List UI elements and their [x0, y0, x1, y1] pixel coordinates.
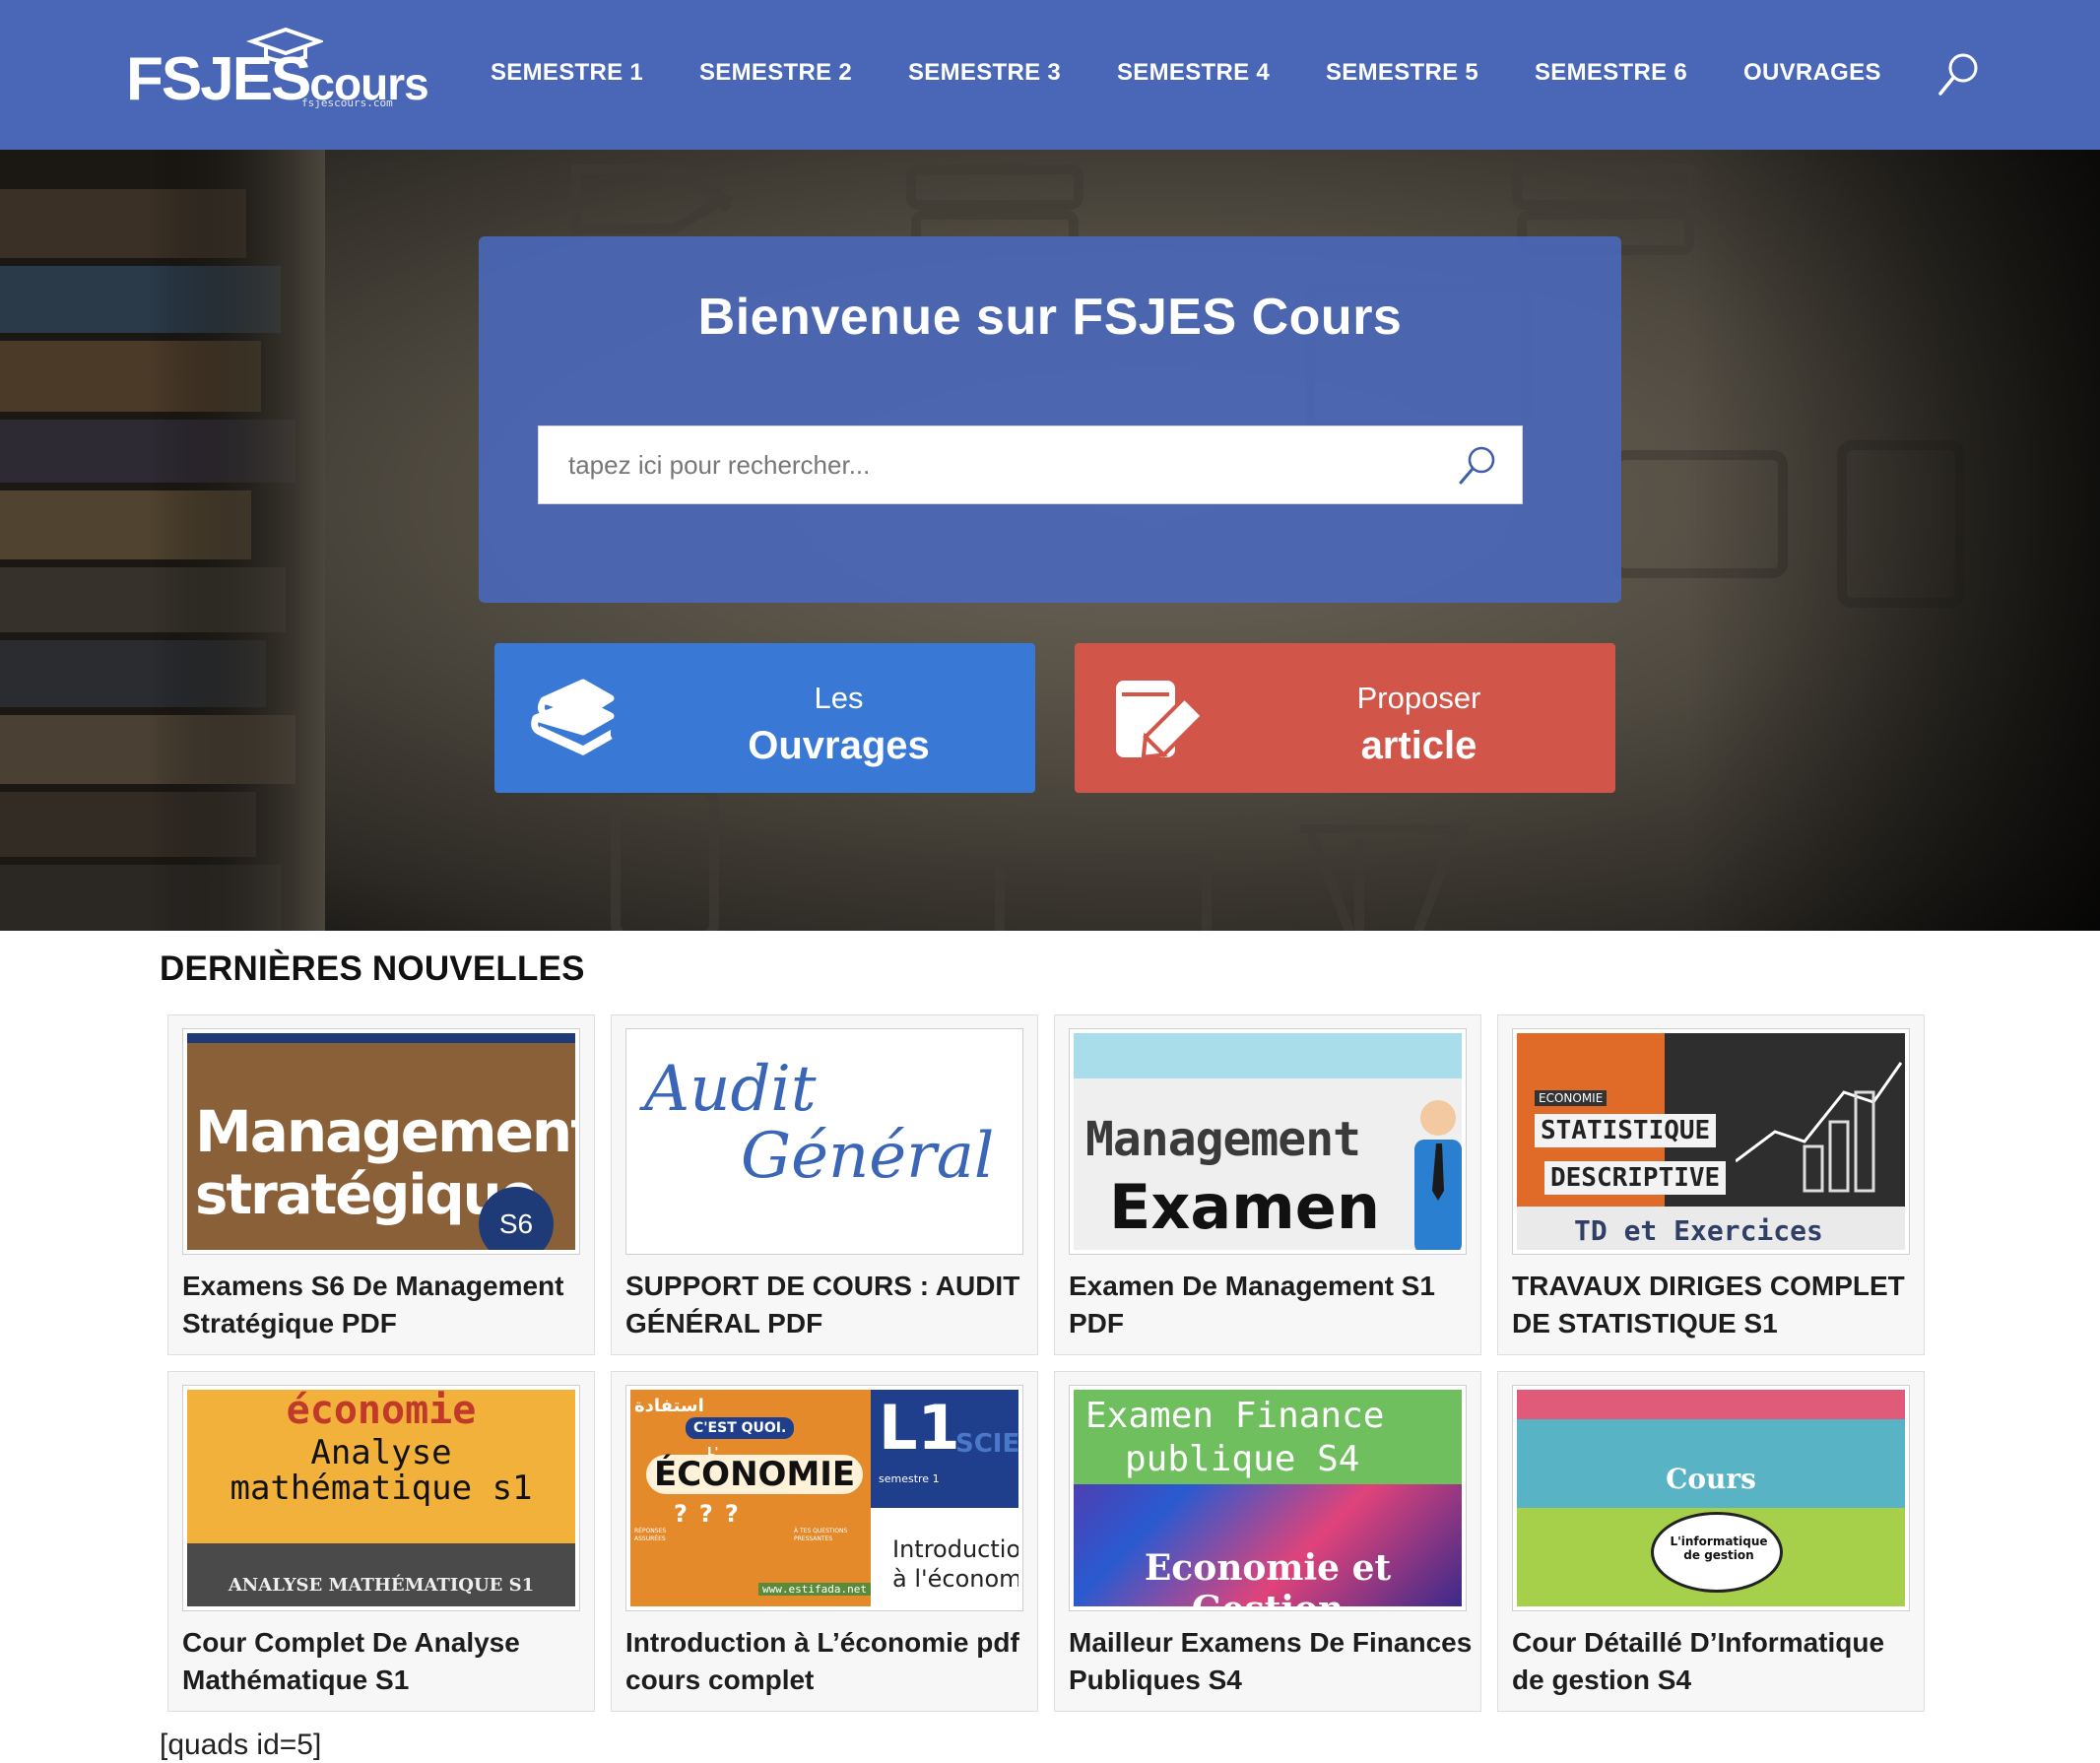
thumb-text: Examen Finance	[1085, 1396, 1385, 1436]
shortcode-text: [quads id=5]	[160, 1729, 322, 1761]
card-title[interactable]: Examen De Management S1 PDF	[1069, 1268, 1477, 1342]
thumb-text: L1	[879, 1392, 960, 1464]
latest-news-heading: DERNIÈRES NOUVELLES	[160, 949, 585, 988]
card-title[interactable]: Cour Détaillé D’Informatique de gestion …	[1512, 1624, 1920, 1699]
thumb-text: mathématique s1	[230, 1469, 533, 1508]
nav-ouvrages[interactable]: OUVRAGES	[1743, 59, 1881, 87]
nav-semestre-2[interactable]: SEMESTRE 2	[699, 59, 852, 87]
news-card[interactable]: Management Examen Examen De Management S…	[1054, 1014, 1481, 1355]
card-title[interactable]: SUPPORT DE COURS : AUDIT GÉNÉRAL PDF	[625, 1268, 1033, 1342]
thumb-text: TD et Exercices	[1574, 1214, 1823, 1247]
thumb-text: Examen	[1109, 1171, 1380, 1243]
thumb-text: RÉPONSES ASSURÉES	[634, 1528, 667, 1542]
card-thumbnail: Management stratégique S6	[182, 1028, 580, 1255]
hero-search	[538, 425, 1523, 504]
propose-button-label: article	[1360, 724, 1477, 767]
thumb-text: DESCRIPTIVE	[1544, 1161, 1727, 1195]
hero-banner: Bienvenue sur FSJES Cours Les Ouvrages	[0, 150, 2100, 931]
ouvrages-button[interactable]: Les Ouvrages	[494, 643, 1035, 793]
card-title[interactable]: Cour Complet De Analyse Mathématique S1	[182, 1624, 590, 1699]
card-title[interactable]: Examens S6 De Management Stratégique PDF	[182, 1268, 590, 1342]
thumb-text: ANALYSE MATHÉMATIQUE S1	[228, 1575, 535, 1596]
news-card[interactable]: استفادة C'EST QUOI. L' ÉCONOMIE ??? L1 S…	[611, 1371, 1038, 1712]
thumb-badge: S6	[479, 1187, 554, 1250]
thumb-text: Général	[741, 1120, 995, 1193]
nav-semestre-1[interactable]: SEMESTRE 1	[491, 59, 643, 87]
nav-semestre-6[interactable]: SEMESTRE 6	[1535, 59, 1687, 87]
card-thumbnail: Audit Général	[625, 1028, 1023, 1255]
news-card[interactable]: Management stratégique S6 Examens S6 De …	[167, 1014, 595, 1355]
news-card[interactable]: Cours L'informatique de gestion Cour Dét…	[1497, 1371, 1925, 1712]
nav-semestre-4[interactable]: SEMESTRE 4	[1117, 59, 1270, 87]
bar-chart-icon	[1736, 1062, 1903, 1193]
edit-document-icon	[1116, 681, 1201, 759]
cloud-badge: L'informatique de gestion	[1651, 1512, 1783, 1593]
news-card[interactable]: Examen Finance publique S4 Economie et G…	[1054, 1371, 1481, 1712]
thumb-text: Cours	[1666, 1463, 1756, 1495]
ouvrages-button-small: Les	[814, 681, 864, 715]
card-thumbnail: استفادة C'EST QUOI. L' ÉCONOMIE ??? L1 S…	[625, 1385, 1023, 1611]
card-thumbnail: ECONOMIE STATISTIQUE DESCRIPTIVE TD et E…	[1512, 1028, 1910, 1255]
propose-button-small: Proposer	[1356, 681, 1481, 715]
thumb-text: Management	[1085, 1112, 1361, 1167]
thumb-text: Economie et Gestion	[1144, 1547, 1392, 1606]
cartoon-businessman-icon	[1414, 1100, 1462, 1250]
welcome-panel: Bienvenue sur FSJES Cours	[479, 236, 1621, 603]
thumb-text: ???	[674, 1500, 751, 1528]
thumb-text: ÉCONOMIE	[646, 1455, 864, 1494]
card-title[interactable]: TRAVAUX DIRIGES COMPLET DE STATISTIQUE S…	[1512, 1268, 1920, 1342]
news-card[interactable]: ECONOMIE STATISTIQUE DESCRIPTIVE TD et E…	[1497, 1014, 1925, 1355]
propose-article-button[interactable]: Proposer article	[1075, 643, 1615, 793]
search-input[interactable]	[539, 426, 1445, 503]
thumb-text: ECONOMIE	[1535, 1090, 1608, 1106]
nav-semestre-3[interactable]: SEMESTRE 3	[908, 59, 1061, 87]
card-thumbnail: Cours L'informatique de gestion	[1512, 1385, 1910, 1611]
cloud-badge-text: L'informatique de gestion	[1670, 1534, 1768, 1562]
thumb-text: semestre 1	[879, 1472, 940, 1485]
news-card[interactable]: Audit Général SUPPORT DE COURS : AUDIT G…	[611, 1014, 1038, 1355]
nav-semestre-5[interactable]: SEMESTRE 5	[1326, 59, 1478, 87]
thumb-text: C'EST QUOI.	[686, 1417, 795, 1439]
logo-domain: fsjescours.com	[301, 97, 393, 109]
thumb-text: À TES QUESTIONS PRESSANTES	[794, 1528, 848, 1542]
thumb-text: économie	[286, 1390, 477, 1433]
search-submit-icon[interactable]	[1457, 444, 1498, 486]
thumb-text: à l'économi	[892, 1565, 1018, 1593]
hero-shade	[1686, 150, 2100, 931]
thumb-text: SCIE	[955, 1429, 1018, 1459]
card-thumbnail: Examen Finance publique S4 Economie et G…	[1069, 1385, 1467, 1611]
thumb-text: استفادة	[634, 1396, 704, 1416]
site-header: FSJEScours fsjescours.com SEMESTRE 1 SEM…	[0, 0, 2100, 150]
thumb-text: publique S4	[1125, 1439, 1360, 1479]
thumb-text: www.estifada.net	[758, 1583, 871, 1596]
news-card[interactable]: économie Analyse mathématique s1 ANALYSE…	[167, 1371, 595, 1712]
thumb-badge-text: S6	[498, 1208, 534, 1239]
welcome-title: Bienvenue sur FSJES Cours	[697, 289, 1403, 346]
card-title[interactable]: Introduction à L’économie pdf cours comp…	[625, 1624, 1033, 1699]
book-stack-image	[0, 150, 325, 931]
thumb-text: STATISTIQUE	[1535, 1114, 1717, 1147]
card-thumbnail: Management Examen	[1069, 1028, 1467, 1255]
thumb-text: Introductio	[892, 1535, 1018, 1563]
search-icon[interactable]	[1936, 51, 1980, 98]
thumb-text: Management	[195, 1098, 575, 1165]
thumb-text: Audit	[644, 1053, 817, 1126]
card-thumbnail: économie Analyse mathématique s1 ANALYSE…	[182, 1385, 580, 1611]
ouvrages-button-label: Ouvrages	[748, 724, 930, 767]
books-icon	[531, 679, 615, 755]
thumb-text: Analyse	[310, 1433, 452, 1472]
site-logo[interactable]: FSJEScours fsjescours.com	[126, 28, 429, 116]
card-title[interactable]: Mailleur Examens De Finances Publiques S…	[1069, 1624, 1477, 1699]
